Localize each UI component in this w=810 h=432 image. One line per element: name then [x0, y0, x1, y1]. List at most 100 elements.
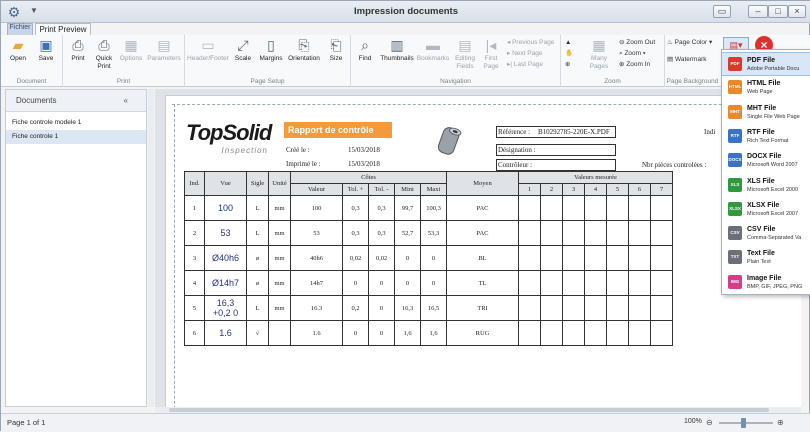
zoom-slider-thumb[interactable]: [741, 418, 746, 428]
many-pages-button[interactable]: ▦ Many Pages: [581, 37, 617, 71]
export-item-xlsx[interactable]: XLSX XLSX File Microsoft Excel 2007: [722, 198, 810, 222]
cell-measure[interactable]: [540, 245, 563, 271]
cell-measure[interactable]: [628, 295, 651, 321]
cell-measure[interactable]: [606, 270, 629, 296]
export-item-pdf[interactable]: PDF PDF File Adobe Portable Docu: [722, 52, 810, 76]
export-item-img[interactable]: IMG Image File BMP, GIF, JPEG, PNG: [722, 271, 810, 295]
zoom-in-button[interactable]: ⊕ Zoom In: [619, 60, 650, 70]
cell-measure[interactable]: [650, 270, 673, 296]
collapse-icon[interactable]: «: [124, 96, 128, 105]
editing-fields-button[interactable]: ▤ Editing Fields: [451, 37, 479, 71]
cell-measure[interactable]: [584, 320, 607, 346]
cell-measure[interactable]: [584, 245, 607, 271]
next-page-button[interactable]: ▸ Next Page: [507, 49, 542, 59]
hand-tool-icon[interactable]: ✋: [565, 49, 573, 59]
cell-measure[interactable]: [562, 195, 585, 221]
close-button[interactable]: ×: [788, 5, 806, 18]
printed-label: Imprimé le :: [286, 160, 321, 168]
page-color-button[interactable]: ♨ Page Color ▾: [667, 38, 712, 48]
find-button[interactable]: ⌕ Find: [353, 37, 377, 63]
cell-moyen: PAC: [446, 220, 519, 246]
first-page-button[interactable]: |◂ First Page: [479, 37, 503, 71]
cell-tol-minus: 0: [368, 295, 395, 321]
cell-measure[interactable]: [518, 195, 541, 221]
zoom-slider[interactable]: [719, 422, 773, 424]
cell-measure[interactable]: [518, 295, 541, 321]
cell-measure[interactable]: [650, 320, 673, 346]
cell-measure[interactable]: [628, 220, 651, 246]
cell-measure[interactable]: [606, 295, 629, 321]
export-item-name: Image File: [747, 274, 782, 282]
cell-measure[interactable]: [540, 295, 563, 321]
zoom-level: 100%: [684, 418, 702, 425]
tab-file[interactable]: Fichier: [7, 23, 33, 35]
open-button[interactable]: ▰ Open: [5, 37, 31, 63]
thumbnails-button[interactable]: ▥ Thumbnails: [379, 37, 415, 63]
cell-measure[interactable]: [518, 270, 541, 296]
cell-measure[interactable]: [562, 320, 585, 346]
zoom-dropdown[interactable]: ⌕ Zoom ▾: [619, 49, 646, 59]
cell-measure[interactable]: [650, 220, 673, 246]
parameters-button[interactable]: ▤ Parameters: [145, 37, 183, 63]
minimize-button[interactable]: –: [748, 5, 768, 18]
restore-icon[interactable]: ▭: [713, 5, 731, 18]
magnifier-tool-icon[interactable]: ⊕: [565, 60, 570, 70]
cell-measure[interactable]: [562, 270, 585, 296]
cell-measure[interactable]: [628, 270, 651, 296]
cell-measure[interactable]: [628, 320, 651, 346]
zoom-plus-icon[interactable]: ⊕: [777, 418, 784, 427]
quick-print-button[interactable]: ⎙ Quick Print: [91, 37, 117, 71]
cell-measure[interactable]: [650, 245, 673, 271]
last-page-button[interactable]: ▸| Last Page: [507, 60, 543, 70]
print-button[interactable]: ⎙ Print: [65, 37, 91, 63]
cell-measure[interactable]: [606, 320, 629, 346]
cell-measure[interactable]: [562, 220, 585, 246]
cell-measure[interactable]: [540, 220, 563, 246]
zoom-minus-icon[interactable]: ⊖: [706, 418, 713, 427]
scroll-thumb[interactable]: [169, 408, 769, 412]
cell-measure[interactable]: [518, 320, 541, 346]
export-item-csv[interactable]: CSV CSV File Comma-Separated Va: [722, 222, 810, 246]
maximize-button[interactable]: □: [768, 5, 788, 18]
cell-measure[interactable]: [562, 295, 585, 321]
export-item-txt[interactable]: TXT Text File Plain Text: [722, 246, 810, 270]
save-button[interactable]: ▣ Save: [33, 37, 59, 63]
cell-measure[interactable]: [584, 295, 607, 321]
cell-measure[interactable]: [606, 245, 629, 271]
document-item-selected[interactable]: Fiche controle 1: [6, 130, 146, 144]
cell-measure[interactable]: [584, 195, 607, 221]
cell-measure[interactable]: [518, 245, 541, 271]
orientation-button[interactable]: ⎘ Orientation: [286, 37, 322, 63]
cell-measure[interactable]: [518, 220, 541, 246]
cell-measure[interactable]: [540, 320, 563, 346]
margins-button[interactable]: ▯ Margins: [257, 37, 285, 63]
bookmarks-button[interactable]: ▬ Bookmarks: [415, 37, 451, 63]
cell-measure[interactable]: [650, 195, 673, 221]
cell-measure[interactable]: [606, 195, 629, 221]
options-button[interactable]: ▦ Options: [117, 37, 145, 63]
cell-measure[interactable]: [628, 195, 651, 221]
export-item-html[interactable]: HTML HTML File Web Page: [722, 76, 810, 100]
export-item-mht[interactable]: MHT MHT File Single File Web Page: [722, 101, 810, 125]
cell-measure[interactable]: [606, 220, 629, 246]
watermark-button[interactable]: ▤ Watermark: [667, 55, 707, 65]
cell-measure[interactable]: [584, 220, 607, 246]
scale-button[interactable]: ⤢ Scale: [231, 37, 255, 63]
size-button[interactable]: ⎗ Size: [324, 37, 348, 63]
export-item-docx[interactable]: DOCX DOCX File Microsoft Word 2007: [722, 149, 810, 173]
table-row: 2 53 Lmm 53 0,3 0,3 52,7 53,3 PAC: [184, 220, 673, 246]
export-item-rtf[interactable]: RTF RTF File Rich Text Format: [722, 125, 810, 149]
document-item[interactable]: Fiche controle modele 1: [6, 116, 146, 130]
previous-page-button[interactable]: ◂ Previous Page: [507, 38, 554, 48]
export-item-xls[interactable]: XLS XLS File Microsoft Excel 2000: [722, 174, 810, 198]
cell-measure[interactable]: [628, 245, 651, 271]
header-footer-button[interactable]: ▭ Header/Footer: [187, 37, 229, 63]
cell-measure[interactable]: [650, 295, 673, 321]
zoom-out-button[interactable]: ⊖ Zoom Out: [619, 38, 655, 48]
panel-splitter[interactable]: [148, 89, 154, 407]
cell-measure[interactable]: [540, 195, 563, 221]
pointer-tool-icon[interactable]: ▲: [565, 38, 571, 48]
cell-measure[interactable]: [584, 270, 607, 296]
cell-measure[interactable]: [562, 245, 585, 271]
cell-measure[interactable]: [540, 270, 563, 296]
